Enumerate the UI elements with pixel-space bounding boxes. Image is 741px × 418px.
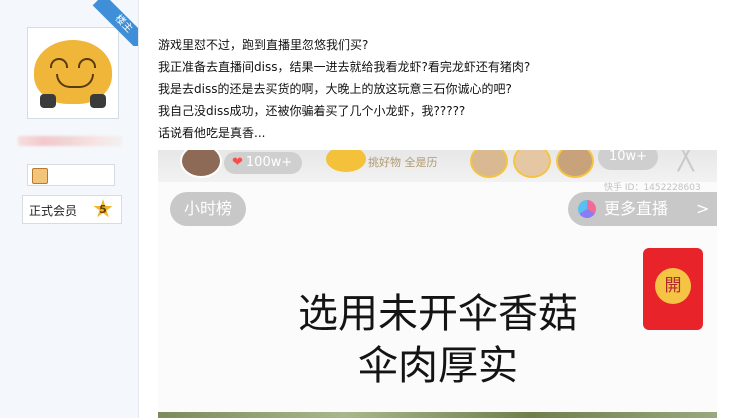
user-info-column: 楼主 正式会员 5 [0, 0, 139, 418]
username-blurred[interactable] [18, 136, 122, 146]
post-line: 游戏里怼不过，跑到直播里忽悠我们买? [158, 38, 369, 52]
user-medal-box [27, 164, 115, 186]
post-line: 话说看他吃是真香... [158, 126, 266, 140]
post-line: 我是去diss的还是去买货的啊，大晚上的放这玩意三石你诚心的吧? [158, 82, 512, 96]
chevron-right-icon: > [696, 199, 710, 218]
close-icon: ╳ [678, 150, 694, 172]
post-body: 游戏里怼不过，跑到直播里忽悠我们买? 我正准备去直播间diss，结果一进去就给我… [158, 34, 728, 144]
more-live-pill: 更多直播 > [568, 192, 717, 226]
more-live-label: 更多直播 [604, 199, 669, 218]
post-line: 我自己没diss成功，还被你骗着买了几个小龙虾，我????? [158, 104, 466, 118]
open-coin: 開 [655, 268, 691, 304]
heart-icon: ❤ [232, 155, 243, 170]
forum-post: 楼主 正式会员 5 游戏里怼不过，跑到直播里忽悠我们买? 我正准备去直播间dis… [0, 0, 741, 418]
member-rank: 正式会员 5 [22, 195, 122, 224]
hour-rank-pill: 小时榜 [170, 192, 247, 226]
likes-pill: ❤ 100w+ [224, 152, 303, 174]
red-packet-icon: 開 [643, 248, 703, 330]
caption-line: 伞肉厚实 [358, 343, 518, 389]
medal-icon [32, 168, 48, 184]
caption-line: 选用未开伞香菇 [298, 291, 578, 337]
poster-badge: 楼主 [92, 0, 138, 46]
fans-pill: 10w+ [598, 150, 658, 170]
embedded-live-screenshot[interactable]: ❤ 100w+ 挑好物 全是历 10w+ ╳ 快手 ID：1452228603 小… [158, 150, 717, 418]
level-star-icon: 5 [93, 199, 113, 218]
video-bottom-strip [158, 412, 717, 418]
member-label: 正式会员 [29, 204, 78, 218]
post-line: 我正准备去直播间diss，结果一进去就给我看龙虾?看完龙虾还有猪肉? [158, 60, 531, 74]
shop-text: 挑好物 全是历 [368, 156, 438, 169]
more-live-icon [578, 200, 596, 218]
